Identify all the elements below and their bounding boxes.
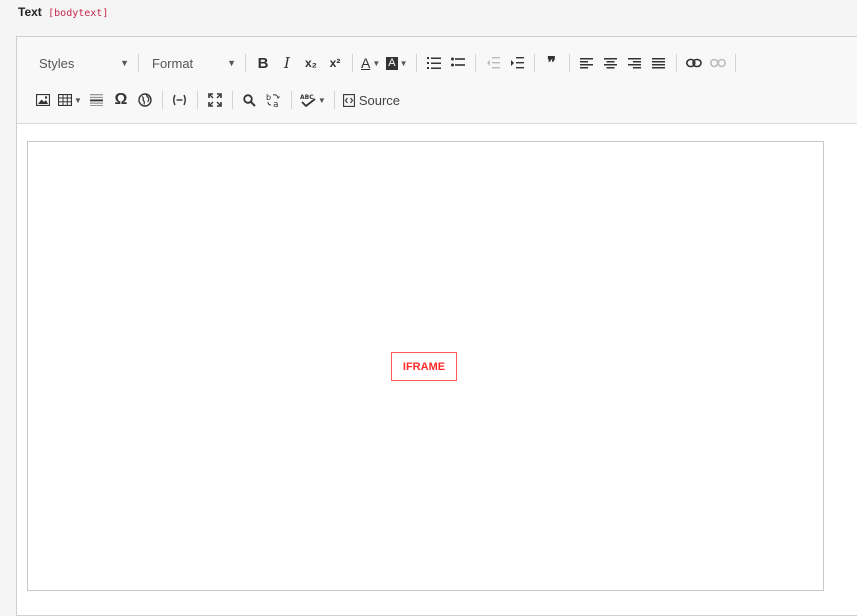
- numbered-list-button[interactable]: [422, 51, 446, 75]
- source-button[interactable]: Source: [340, 88, 403, 112]
- chevron-down-icon: ▼: [317, 95, 326, 105]
- bulleted-list-icon: [450, 57, 465, 67]
- replace-icon: b a: [266, 93, 280, 108]
- search-icon: [243, 93, 257, 107]
- field-label-text: Text: [18, 5, 42, 19]
- maximize-button[interactable]: [203, 88, 227, 112]
- iframe-placeholder[interactable]: IFRAME: [391, 352, 457, 381]
- justify-button[interactable]: [647, 51, 671, 75]
- chevron-down-icon: ▼: [74, 95, 82, 105]
- bold-icon: B: [257, 54, 269, 72]
- image-button[interactable]: [31, 88, 55, 112]
- toolbar-separator: [245, 54, 246, 72]
- svg-text:a: a: [273, 100, 279, 108]
- omega-icon: Ω: [114, 91, 128, 108]
- find-button[interactable]: [238, 88, 262, 112]
- toolbar-separator: [568, 54, 570, 72]
- decrease-indent-icon: [486, 57, 500, 69]
- image-icon: [36, 94, 50, 106]
- special-character-button[interactable]: Ω: [109, 88, 133, 112]
- unlink-icon: [709, 58, 726, 68]
- field-label: Text [bodytext]: [18, 4, 108, 22]
- link-button[interactable]: [682, 51, 706, 75]
- rich-text-editor: Styles ▼ Format ▼ B I x₂ x² A ▼ A ▼ ❞ ▼ …: [16, 36, 857, 616]
- justify-icon: [652, 57, 666, 68]
- horizontal-line-button[interactable]: [85, 88, 109, 112]
- blockquote-button[interactable]: ❞: [540, 51, 564, 75]
- background-color-button[interactable]: A ▼: [383, 51, 410, 75]
- subscript-button[interactable]: x₂: [299, 51, 323, 75]
- background-color-icon: A: [386, 56, 398, 70]
- text-color-icon: A: [361, 55, 371, 71]
- align-left-button[interactable]: [575, 51, 599, 75]
- toolbar-separator: [196, 91, 198, 109]
- styles-dropdown-label: Styles: [39, 55, 75, 71]
- table-icon: [58, 94, 72, 106]
- text-color-button[interactable]: A ▼: [358, 51, 383, 75]
- chevron-down-icon: ▼: [372, 58, 381, 68]
- toolbar-separator: [290, 91, 292, 109]
- format-dropdown-label: Format: [152, 55, 194, 71]
- align-right-button[interactable]: [623, 51, 647, 75]
- maximize-icon: [208, 93, 222, 107]
- unlink-button[interactable]: [706, 51, 730, 75]
- align-center-button[interactable]: [599, 51, 623, 75]
- align-left-icon: [580, 57, 594, 68]
- toolbar-row-2: ▼ Ω b a ABC ▼ Source: [31, 87, 403, 113]
- toolbar-row-1: Styles ▼ Format ▼ B I x₂ x² A ▼ A ▼ ❞: [31, 50, 741, 76]
- iframe-button[interactable]: [133, 88, 157, 112]
- show-blocks-icon: [173, 94, 187, 106]
- toolbar-separator: [415, 54, 417, 72]
- blockquote-icon: ❞: [547, 55, 556, 72]
- toolbar-separator: [533, 54, 535, 72]
- spellcheck-icon: ABC: [300, 94, 316, 107]
- globe-icon: [138, 93, 152, 107]
- bold-button[interactable]: B: [251, 51, 275, 75]
- replace-button[interactable]: b a: [262, 88, 286, 112]
- toolbar-separator: [333, 91, 335, 109]
- align-center-icon: [604, 57, 618, 68]
- decrease-indent-button[interactable]: [481, 51, 505, 75]
- chevron-down-icon: ▼: [399, 58, 408, 68]
- styles-dropdown[interactable]: Styles ▼: [31, 51, 133, 75]
- horizontal-line-icon: [90, 94, 104, 106]
- field-code: [bodytext]: [48, 8, 109, 19]
- link-icon: [685, 58, 702, 68]
- show-blocks-button[interactable]: [168, 88, 192, 112]
- toolbar-separator: [675, 54, 677, 72]
- bulleted-list-button[interactable]: [446, 51, 470, 75]
- superscript-icon: x²: [329, 56, 341, 70]
- toolbar-separator: [352, 54, 353, 72]
- table-button[interactable]: ▼: [55, 88, 85, 112]
- source-button-label: Source: [358, 92, 401, 108]
- svg-text:ABC: ABC: [300, 94, 314, 101]
- toolbar-separator: [474, 54, 476, 72]
- chevron-down-icon: ▼: [227, 58, 236, 68]
- spellcheck-button[interactable]: ABC ▼: [297, 88, 329, 112]
- editor-content-area[interactable]: IFRAME: [27, 141, 824, 591]
- editor-toolbar: Styles ▼ Format ▼ B I x₂ x² A ▼ A ▼ ❞ ▼ …: [17, 37, 857, 124]
- format-dropdown[interactable]: Format ▼: [144, 51, 240, 75]
- align-right-icon: [628, 57, 642, 68]
- superscript-button[interactable]: x²: [323, 51, 347, 75]
- svg-text:b: b: [266, 93, 271, 102]
- toolbar-separator: [161, 91, 163, 109]
- source-icon: [342, 93, 355, 107]
- toolbar-separator: [734, 54, 736, 72]
- toolbar-separator: [231, 91, 233, 109]
- italic-icon: I: [284, 54, 290, 72]
- increase-indent-icon: [510, 57, 524, 69]
- subscript-icon: x₂: [304, 56, 317, 70]
- toolbar-separator: [138, 54, 139, 72]
- chevron-down-icon: ▼: [120, 58, 129, 68]
- italic-button[interactable]: I: [275, 51, 299, 75]
- increase-indent-button[interactable]: [505, 51, 529, 75]
- numbered-list-icon: [426, 57, 441, 69]
